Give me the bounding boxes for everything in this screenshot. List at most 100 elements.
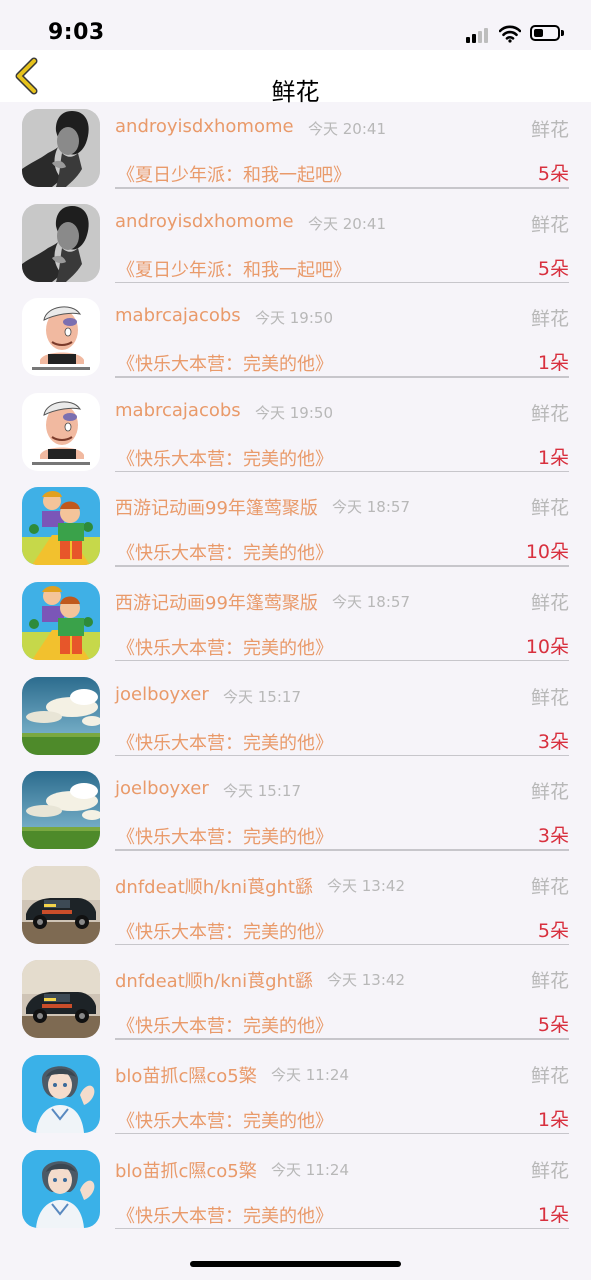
timestamp: 今天 19:50 [255, 309, 333, 328]
row-divider [115, 470, 569, 473]
user-name: blo苗抓c隰co5檠 [115, 1160, 257, 1182]
show-title: 《夏日少年派：和我一起吧》 [117, 165, 351, 186]
show-title: 《快乐大本营：完美的他》 [117, 921, 333, 943]
gift-type-label: 鲜花 [530, 497, 569, 520]
timestamp: 今天 15:17 [223, 782, 301, 801]
gift-row[interactable]: blo苗抓c隰co5檠 今天 11:24 鲜花 《快乐大本营：完美的他》 1朵 [0, 1048, 591, 1143]
row-divider [115, 1227, 569, 1230]
flower-count: 1朵 [537, 1108, 569, 1131]
row-divider [115, 943, 569, 946]
gift-row[interactable]: androyisdxhomome 今天 20:41 鲜花《夏日少年派：和我一起吧》 5… [0, 197, 591, 292]
gift-row[interactable]: mabrcajacobs 今天 19:50 鲜花《快乐大本营：完美的他》 1朵 [0, 386, 591, 481]
home-indicator [190, 1261, 401, 1267]
gift-row[interactable]: dnfdeat顺h/kni莨ght繇 今天 13:42 鲜花《快乐大本营：完美的他》… [0, 859, 591, 954]
avatar[interactable] [22, 487, 100, 566]
user-name: blo苗抓c隰co5檠 [115, 1065, 257, 1087]
user-name: androyisdxhomome [115, 116, 294, 137]
flower-count: 1朵 [537, 446, 569, 469]
gift-type-label: 鲜花 [530, 213, 569, 236]
avatar[interactable] [22, 298, 100, 377]
flower-count: 10朵 [525, 541, 569, 564]
gift-type-label: 鲜花 [530, 781, 569, 804]
timestamp: 今天 13:42 [327, 876, 405, 895]
gift-type-label: 鲜花 [530, 119, 569, 141]
flower-count: 1朵 [537, 1203, 569, 1226]
row-divider [115, 565, 569, 567]
user-name: dnfdeat顺h/kni莨ght繇 [115, 876, 313, 898]
row-divider [115, 659, 569, 662]
flower-count: 3朵 [537, 825, 569, 848]
gift-type-label: 鲜花 [530, 308, 569, 331]
timestamp: 今天 20:41 [308, 120, 386, 138]
gift-type-label: 鲜花 [530, 591, 569, 614]
user-name: mabrcajacobs [115, 399, 241, 421]
user-name: joelboyxer [115, 778, 209, 800]
status-time: 9:03 [48, 20, 105, 45]
timestamp: 今天 19:50 [255, 403, 333, 422]
avatar[interactable] [22, 392, 100, 471]
gift-type-label: 鲜花 [530, 1159, 569, 1182]
avatar[interactable] [22, 581, 100, 660]
row-divider [115, 754, 569, 757]
avatar[interactable] [22, 1054, 100, 1133]
timestamp: 今天 11:24 [271, 1065, 349, 1084]
show-title: 《快乐大本营：完美的他》 [117, 1110, 333, 1132]
gift-row[interactable]: androyisdxhomome 今天 20:41 鲜花《夏日少年派：和我一起吧》 5… [0, 102, 591, 197]
timestamp: 今天 11:24 [271, 1160, 349, 1179]
battery-icon [530, 25, 560, 41]
row-divider [115, 1038, 569, 1040]
gift-type-label: 鲜花 [530, 970, 569, 993]
row-divider [115, 1132, 569, 1135]
show-title: 《快乐大本营：完美的他》 [117, 354, 333, 376]
show-title: 《快乐大本营：完美的他》 [117, 1016, 333, 1038]
user-name: 西游记动画99年篷莺聚版 [115, 592, 318, 614]
flower-count: 1朵 [537, 352, 569, 375]
gift-row[interactable]: 西游记动画99年篷莺聚版 今天 18:57 鲜花 《快乐大本营：完美的他》 10朵 [0, 575, 591, 670]
timestamp: 今天 13:42 [327, 971, 405, 990]
user-name: 西游记动画99年篷莺聚版 [115, 498, 318, 520]
show-title: 《快乐大本营：完美的他》 [117, 448, 333, 470]
avatar[interactable] [22, 960, 100, 1039]
timestamp: 今天 15:17 [223, 687, 301, 706]
row-divider [115, 849, 569, 851]
user-name: dnfdeat顺h/kni莨ght繇 [115, 971, 313, 993]
gift-row[interactable]: joelboyxer 今天 15:17 鲜花《快乐大本营：完美的他》 3朵 [0, 670, 591, 765]
gift-type-label: 鲜花 [530, 875, 569, 898]
user-name: joelboyxer [115, 683, 209, 705]
gift-row[interactable]: blo苗抓c隰co5檠 今天 11:24 鲜花 《快乐大本营：完美的他》 1朵 [0, 1143, 591, 1238]
user-name: mabrcajacobs [115, 305, 241, 327]
avatar[interactable] [22, 109, 100, 187]
user-name: androyisdxhomome [115, 210, 294, 232]
gift-row[interactable]: dnfdeat顺h/kni莨ght繇 今天 13:42 鲜花《快乐大本营：完美的他》… [0, 953, 591, 1048]
avatar[interactable] [22, 1149, 100, 1228]
flower-count: 5朵 [537, 919, 569, 942]
flower-count: 5朵 [537, 257, 569, 280]
avatar[interactable] [22, 771, 100, 850]
flower-count: 10朵 [525, 635, 569, 658]
nav-bar: 鲜花 [0, 50, 591, 106]
gift-row[interactable]: joelboyxer 今天 15:17 鲜花《快乐大本营：完美的他》 3朵 [0, 764, 591, 859]
avatar[interactable] [22, 203, 100, 282]
flower-count: 5朵 [537, 163, 569, 185]
gift-type-label: 鲜花 [530, 686, 569, 709]
avatar[interactable] [22, 676, 100, 755]
battery-cap [561, 30, 564, 36]
show-title: 《夏日少年派：和我一起吧》 [117, 259, 351, 281]
show-title: 《快乐大本营：完美的他》 [117, 637, 333, 659]
show-title: 《快乐大本营：完美的他》 [117, 827, 333, 849]
show-title: 《快乐大本营：完美的他》 [117, 543, 333, 565]
gift-row[interactable]: 西游记动画99年篷莺聚版 今天 18:57 鲜花《快乐大本营：完美的他》 10朵 [0, 480, 591, 575]
gift-type-label: 鲜花 [530, 402, 569, 425]
timestamp: 今天 20:41 [308, 214, 386, 233]
gift-row[interactable]: mabrcajacobs 今天 19:50 鲜花《快乐大本营：完美的他》 1朵 [0, 291, 591, 386]
status-bar: 9:03 [0, 0, 591, 50]
wifi-icon [499, 25, 521, 43]
cellular-signal-icon [466, 27, 492, 43]
timestamp: 今天 18:57 [332, 498, 410, 517]
flower-count: 3朵 [537, 730, 569, 753]
show-title: 《快乐大本营：完美的他》 [117, 732, 333, 754]
flower-count: 5朵 [537, 1014, 569, 1037]
row-divider [115, 187, 569, 189]
avatar[interactable] [22, 865, 100, 944]
row-divider [115, 281, 569, 284]
